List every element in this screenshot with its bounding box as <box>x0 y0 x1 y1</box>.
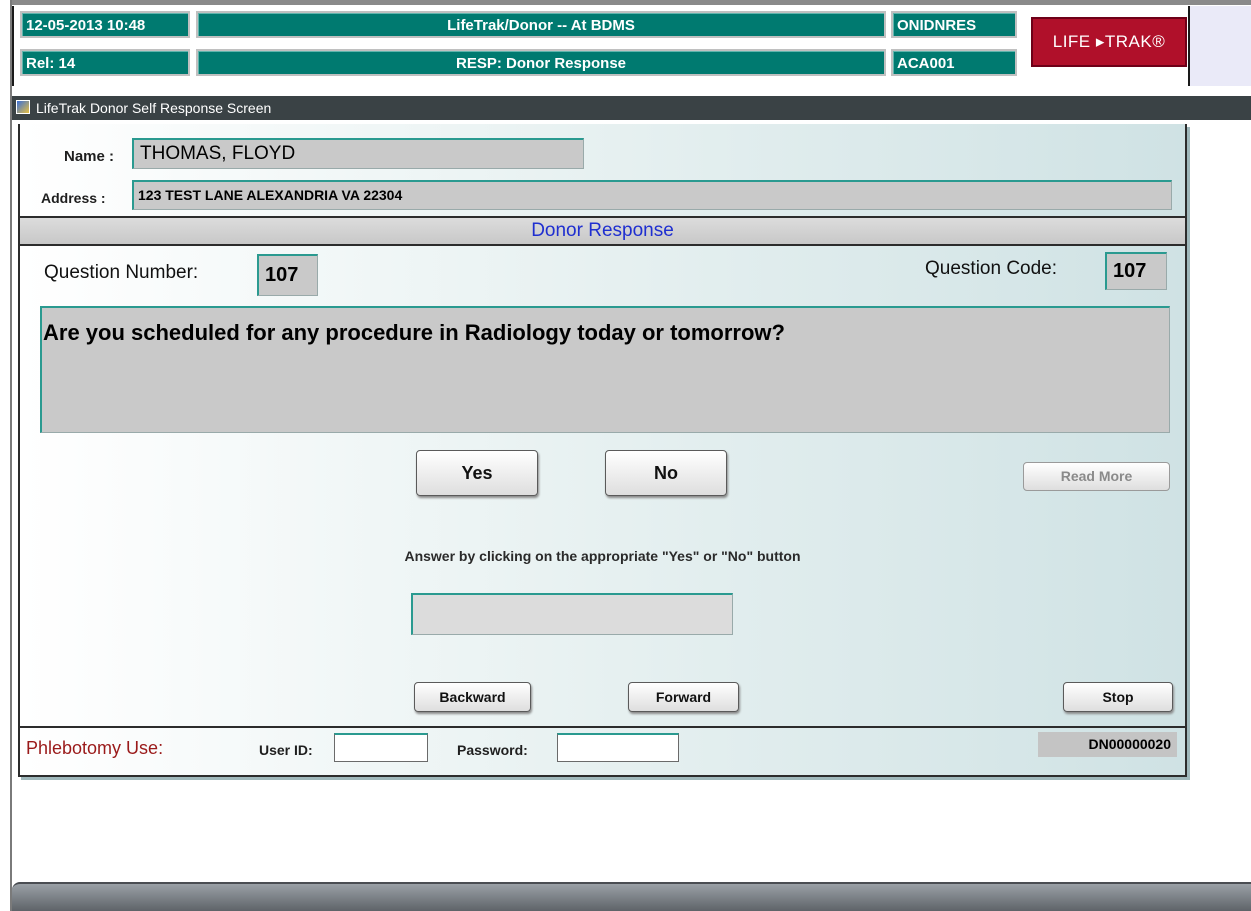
header-user-code: ACA001 <box>891 49 1017 76</box>
app-header: 12-05-2013 10:48 Rel: 14 LifeTrak/Donor … <box>12 6 1190 86</box>
donor-address-field: 123 TEST LANE ALEXANDRIA VA 22304 <box>132 180 1172 210</box>
question-code-label: Question Code: <box>925 258 1058 279</box>
answer-instruction-text: Answer by clicking on the appropriate "Y… <box>404 548 801 564</box>
question-number-label: Question Number: <box>44 262 199 283</box>
header-program-code: ONIDNRES <box>891 11 1017 38</box>
address-label: Address : <box>41 190 106 206</box>
lifetrak-logo: LIFE ▸TRAK® <box>1031 17 1187 67</box>
outer-right-panel <box>1190 6 1251 86</box>
header-app-title: LifeTrak/Donor -- At BDMS <box>196 11 886 38</box>
section-title-donor-response: Donor Response <box>20 216 1185 246</box>
header-screen-title: RESP: Donor Response <box>196 49 886 76</box>
forward-button[interactable]: Forward <box>628 682 739 712</box>
outer-frame-top <box>0 0 1251 5</box>
question-number-value: 107 <box>257 254 318 296</box>
outer-frame-left <box>0 0 12 911</box>
window-title-bar: LifeTrak Donor Self Response Screen <box>12 96 1251 120</box>
header-release: Rel: 14 <box>20 49 190 76</box>
question-code-value: 107 <box>1105 252 1167 290</box>
record-id-field: DN00000020 <box>1038 732 1177 757</box>
donor-name-field: THOMAS, FLOYD <box>132 138 584 169</box>
header-datetime: 12-05-2013 10:48 <box>20 11 190 38</box>
password-label: Password: <box>457 742 528 758</box>
backward-button[interactable]: Backward <box>414 682 531 712</box>
footer-divider <box>20 726 1185 728</box>
read-more-button[interactable]: Read More <box>1023 462 1170 491</box>
answer-display-field <box>411 593 733 635</box>
no-button[interactable]: No <box>605 450 727 496</box>
bottom-status-bar <box>12 882 1251 911</box>
name-label: Name : <box>64 148 115 165</box>
app-window-icon <box>16 100 30 114</box>
yes-button[interactable]: Yes <box>416 450 538 496</box>
question-text-box: Are you scheduled for any procedure in R… <box>40 306 1170 433</box>
user-id-input[interactable] <box>334 733 428 762</box>
user-id-label: User ID: <box>259 742 313 758</box>
phlebotomy-use-label: Phlebotomy Use: <box>26 738 164 758</box>
window-title: LifeTrak Donor Self Response Screen <box>36 100 272 116</box>
donor-response-panel: Name : THOMAS, FLOYD Address : 123 TEST … <box>18 124 1187 777</box>
password-input[interactable] <box>557 733 679 762</box>
stop-button[interactable]: Stop <box>1063 682 1173 712</box>
